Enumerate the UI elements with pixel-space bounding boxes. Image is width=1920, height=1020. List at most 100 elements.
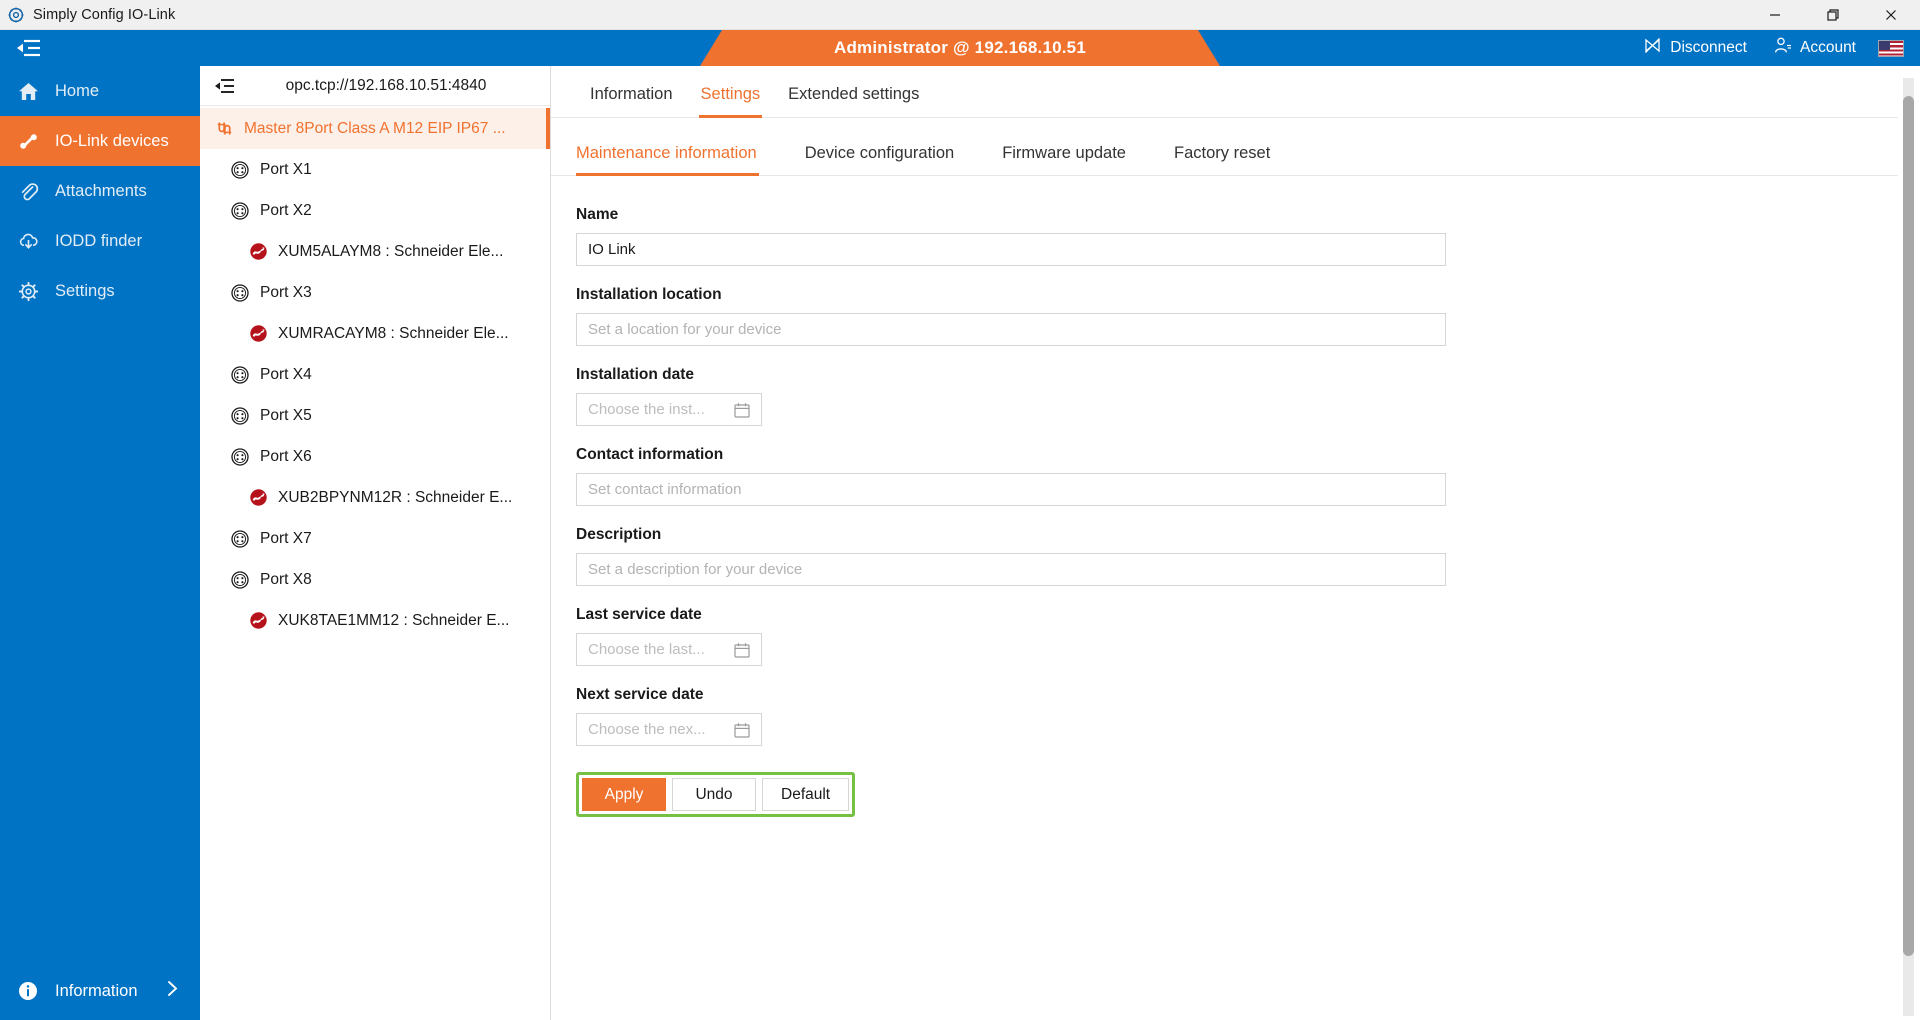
field-description: Description Set a description for your d…: [576, 526, 1894, 586]
primary-tab-bar: Information Settings Extended settings: [551, 66, 1920, 118]
date-placeholder: Choose the inst...: [588, 401, 705, 418]
sidebar-item-label: IO-Link devices: [55, 131, 169, 150]
person-icon: [1773, 36, 1792, 60]
tree-row-label: Master 8Port Class A M12 EIP IP67 ...: [244, 119, 506, 137]
chevron-right-icon[interactable]: [167, 980, 178, 1002]
opc-endpoint-label: opc.tcp://192.168.10.51:4840: [285, 76, 487, 94]
tree-row-port-x5[interactable]: Port X5: [200, 395, 550, 436]
disconnect-button[interactable]: Disconnect: [1631, 32, 1759, 64]
field-label: Installation date: [576, 366, 694, 383]
tree-row-port-x6[interactable]: Port X6: [200, 436, 550, 477]
tree-row-label: XUM5ALAYM8 : Schneider Ele...: [278, 242, 504, 260]
m12-port-icon: [230, 529, 250, 549]
us-flag-icon[interactable]: [1878, 39, 1904, 57]
field-label: Description: [576, 526, 662, 543]
sidebar-item-home[interactable]: Home: [0, 66, 200, 116]
tree-row-device[interactable]: XUK8TAE1MM12 : Schneider E...: [200, 600, 550, 641]
io-link-master-icon: [214, 119, 234, 139]
tab-settings[interactable]: Settings: [687, 85, 775, 118]
gear-app-icon: [8, 7, 24, 23]
field-installation-date: Installation date Choose the inst...: [576, 366, 1894, 426]
installation-location-input[interactable]: Set a location for your device: [576, 313, 1446, 346]
tree-row-port-x2[interactable]: Port X2: [200, 190, 550, 231]
sidebar-item-label: Attachments: [55, 181, 147, 200]
field-label: Name: [576, 206, 619, 223]
device-tree-panel: opc.tcp://192.168.10.51:4840 Master 8Por…: [200, 66, 551, 1020]
tree-row-device[interactable]: XUMRACAYM8 : Schneider Ele...: [200, 313, 550, 354]
account-label: Account: [1799, 39, 1856, 56]
device-tree-list: Master 8Port Class A M12 EIP IP67 ... Po…: [200, 106, 550, 641]
tree-row-port-x4[interactable]: Port X4: [200, 354, 550, 395]
field-installation-location: Installation location Set a location for…: [576, 286, 1894, 346]
field-label: Contact information: [576, 446, 724, 463]
minimize-button[interactable]: [1746, 0, 1804, 30]
name-input[interactable]: IO Link: [576, 233, 1446, 266]
calendar-icon[interactable]: [734, 402, 750, 418]
sidebar-item-label: Home: [55, 81, 100, 100]
session-banner-text: Administrator @ 192.168.10.51: [834, 38, 1086, 57]
next-service-date-input[interactable]: Choose the nex...: [576, 713, 762, 746]
maximize-restore-button[interactable]: [1804, 0, 1862, 30]
sidebar-item-label: Settings: [55, 281, 115, 300]
sensor-device-icon: [248, 324, 268, 344]
account-button[interactable]: Account: [1761, 32, 1868, 64]
tab-extended-settings[interactable]: Extended settings: [774, 85, 933, 117]
tab-factory-reset[interactable]: Factory reset: [1160, 144, 1284, 175]
collapse-menu-icon[interactable]: [8, 33, 50, 63]
tree-row-port-x8[interactable]: Port X8: [200, 559, 550, 600]
tree-row-label: Port X1: [260, 160, 312, 178]
sidebar-item-information[interactable]: Information: [0, 980, 200, 1002]
tree-row-label: Port X4: [260, 365, 312, 383]
tree-row-device[interactable]: XUM5ALAYM8 : Schneider Ele...: [200, 231, 550, 272]
default-button[interactable]: Default: [762, 778, 850, 811]
calendar-icon[interactable]: [734, 642, 750, 658]
tree-row-master[interactable]: Master 8Port Class A M12 EIP IP67 ...: [200, 108, 550, 149]
left-navigation-sidebar: Home IO-Link devices Attachments IODD fi…: [0, 66, 200, 1020]
sensor-device-icon: [248, 611, 268, 631]
tree-row-label: Port X7: [260, 529, 312, 547]
m12-port-icon: [230, 570, 250, 590]
main-scrollbar[interactable]: [1898, 66, 1920, 1020]
cloud-download-icon: [17, 230, 39, 252]
info-icon: [17, 980, 39, 1002]
sidebar-item-attachments[interactable]: Attachments: [0, 166, 200, 216]
tree-row-label: Port X2: [260, 201, 312, 219]
action-buttons-highlight: Apply Undo Default: [576, 772, 856, 817]
secondary-tab-bar: Maintenance information Device configura…: [551, 118, 1920, 176]
action-buttons: Apply Undo Default: [582, 778, 850, 811]
calendar-icon[interactable]: [734, 722, 750, 738]
session-banner: Administrator @ 192.168.10.51: [700, 30, 1220, 66]
tab-device-configuration[interactable]: Device configuration: [791, 144, 969, 175]
tree-row-label: Port X8: [260, 570, 312, 588]
description-input[interactable]: Set a description for your device: [576, 553, 1446, 586]
tree-row-port-x1[interactable]: Port X1: [200, 149, 550, 190]
m12-port-icon: [230, 201, 250, 221]
tree-row-device[interactable]: XUB2BPYNM12R : Schneider E...: [200, 477, 550, 518]
tree-row-label: Port X5: [260, 406, 312, 424]
tree-row-port-x3[interactable]: Port X3: [200, 272, 550, 313]
tree-row-label: XUB2BPYNM12R : Schneider E...: [278, 488, 513, 506]
last-service-date-input[interactable]: Choose the last...: [576, 633, 762, 666]
field-next-service-date: Next service date Choose the nex...: [576, 686, 1894, 746]
tree-row-label: XUMRACAYM8 : Schneider Ele...: [278, 324, 509, 342]
sidebar-item-io-link-devices[interactable]: IO-Link devices: [0, 116, 200, 166]
collapse-panel-icon[interactable]: [210, 71, 240, 101]
close-button[interactable]: [1862, 0, 1920, 30]
tab-information[interactable]: Information: [576, 85, 687, 117]
tab-firmware-update[interactable]: Firmware update: [988, 144, 1140, 175]
installation-date-input[interactable]: Choose the inst...: [576, 393, 762, 426]
sidebar-item-iodd-finder[interactable]: IODD finder: [0, 216, 200, 266]
scrollbar-thumb[interactable]: [1903, 96, 1914, 956]
sidebar-item-settings[interactable]: Settings: [0, 266, 200, 316]
tab-maintenance-information[interactable]: Maintenance information: [576, 144, 771, 176]
app-header-bar: Administrator @ 192.168.10.51 Disconnect: [0, 30, 1920, 66]
apply-button[interactable]: Apply: [582, 778, 666, 811]
field-label: Installation location: [576, 286, 722, 303]
undo-button[interactable]: Undo: [672, 778, 756, 811]
date-placeholder: Choose the nex...: [588, 721, 706, 738]
disconnect-icon: [1643, 36, 1662, 60]
tree-row-port-x7[interactable]: Port X7: [200, 518, 550, 559]
contact-information-input[interactable]: Set contact information: [576, 473, 1446, 506]
m12-port-icon: [230, 160, 250, 180]
disconnect-label: Disconnect: [1670, 39, 1747, 56]
